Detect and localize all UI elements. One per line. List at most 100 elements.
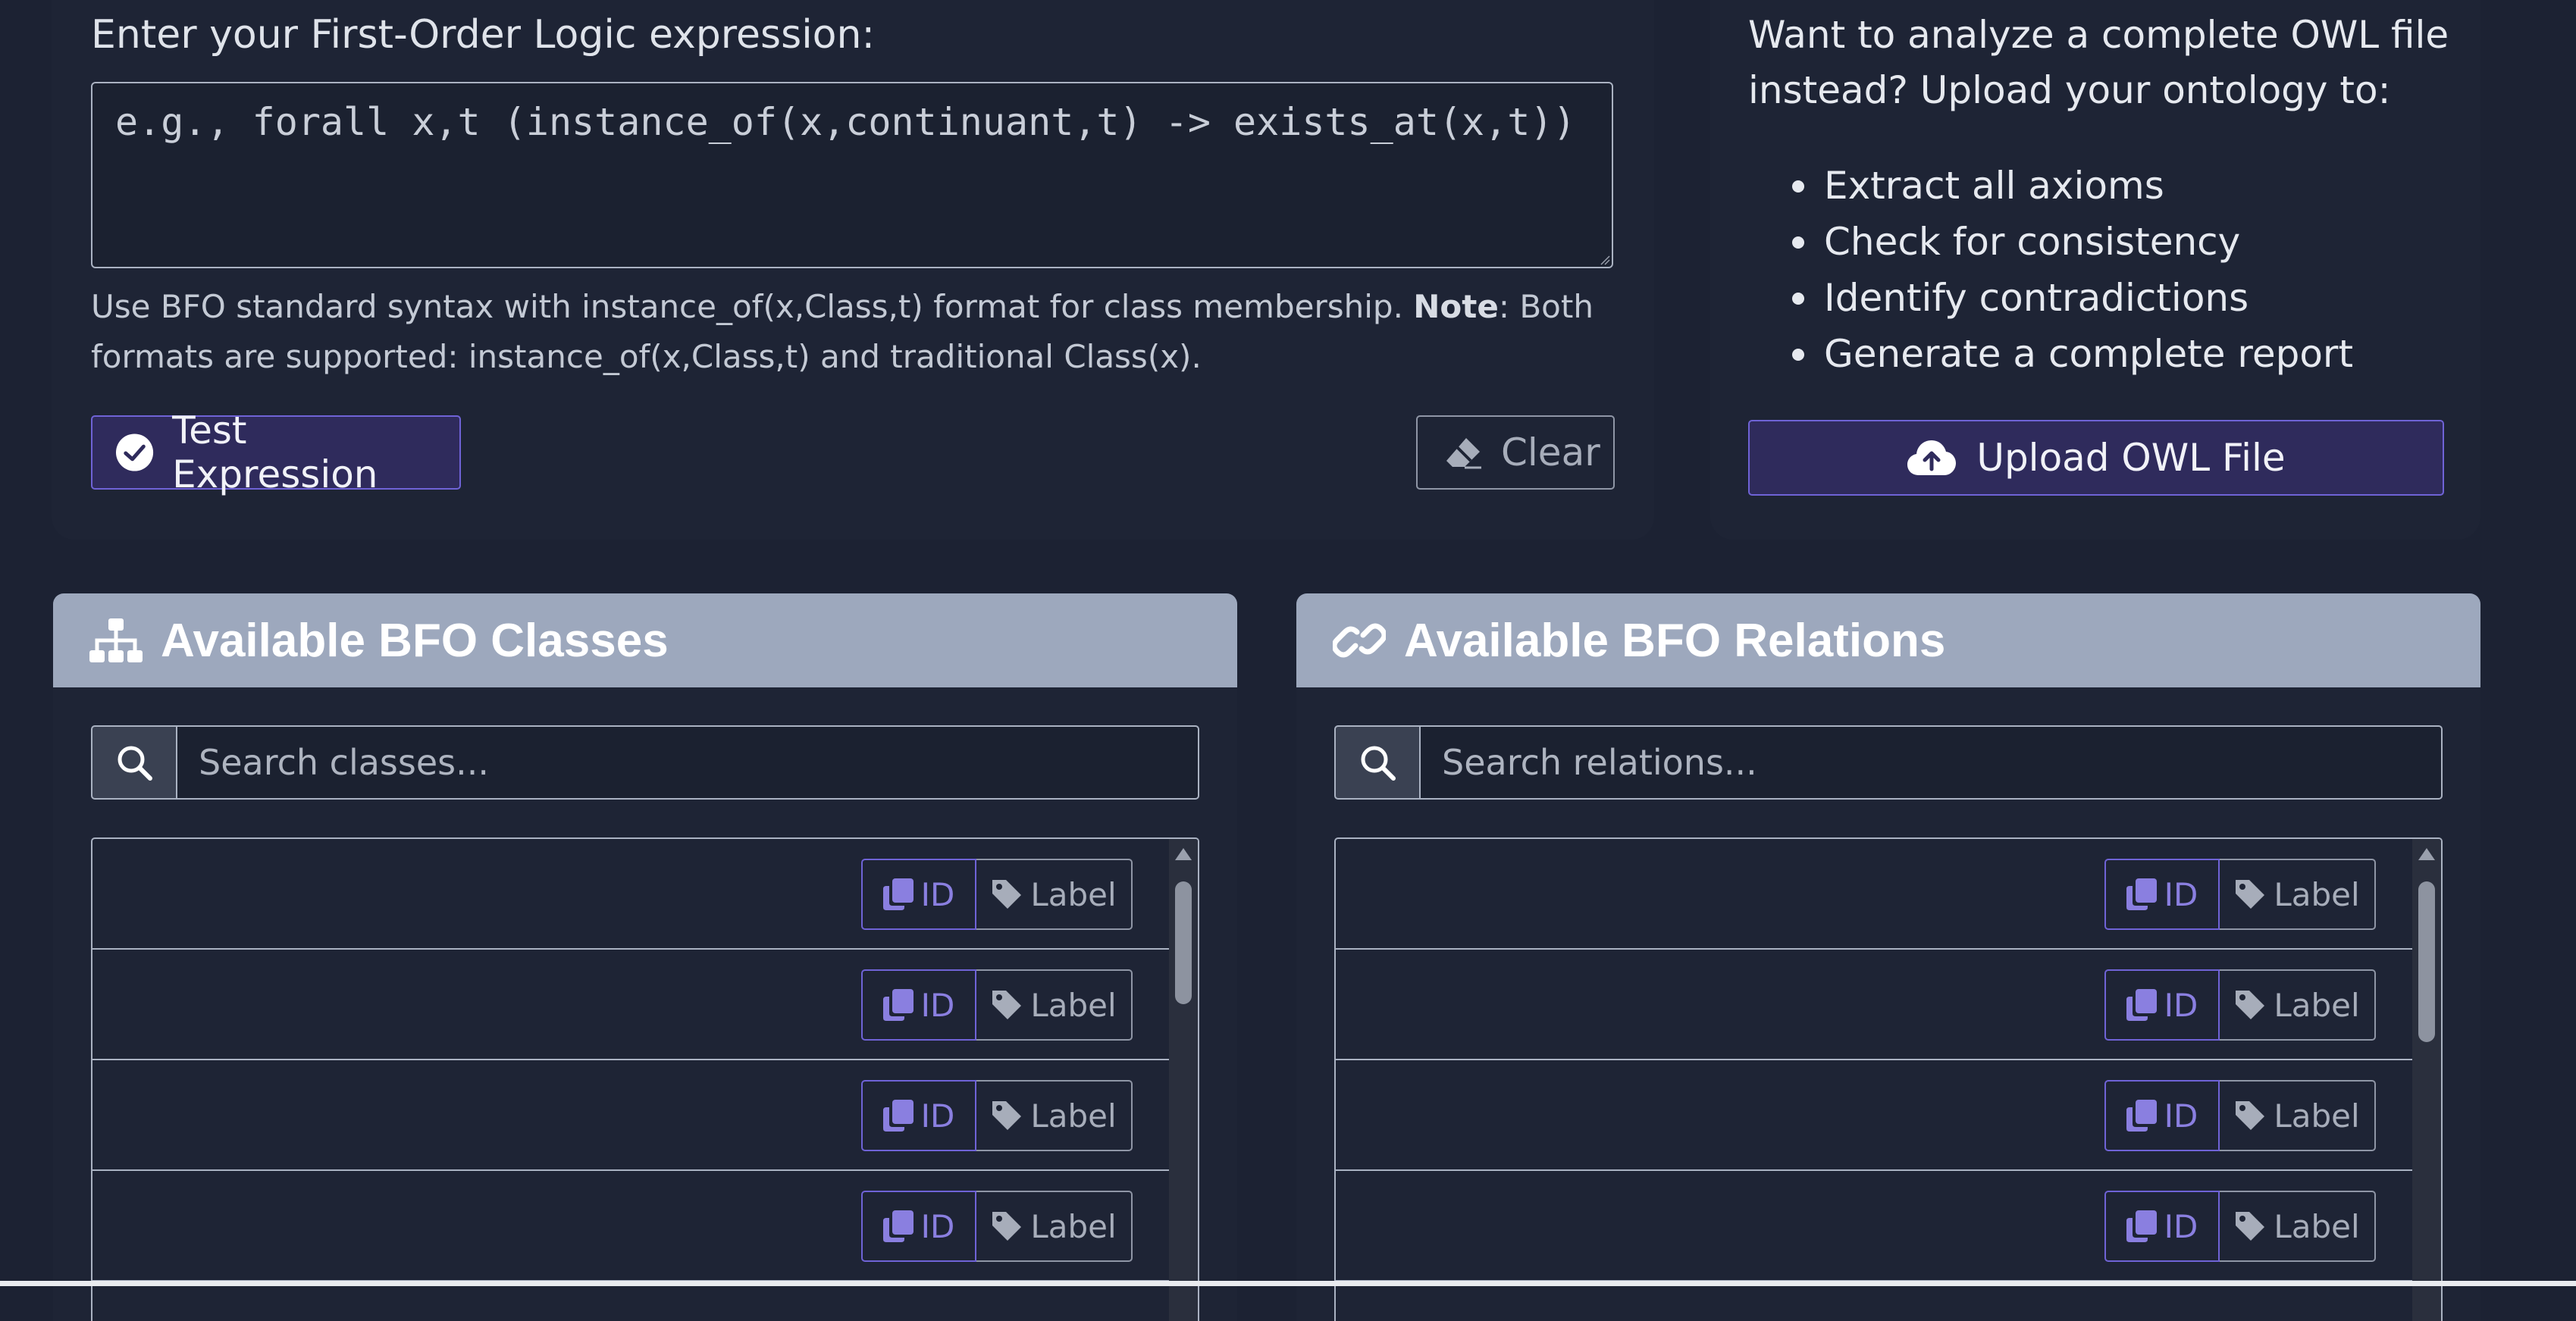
test-expression-label: Test Expression — [172, 409, 378, 496]
classes-scrollbar[interactable] — [1169, 839, 1198, 1321]
fol-input-label: Enter your First-Order Logic expression: — [91, 12, 875, 58]
copy-icon — [2126, 1210, 2157, 1242]
copy-label-button[interactable]: Label — [2220, 1080, 2376, 1151]
copy-icon — [882, 878, 914, 910]
copy-label-label: Label — [1030, 1097, 1117, 1135]
relations-search-button[interactable] — [1334, 725, 1421, 800]
copy-id-label: ID — [920, 875, 955, 913]
table-row: ID Label — [1336, 1060, 2412, 1171]
row-button-group: ID Label — [861, 969, 1133, 1041]
relations-panel-header: Available BFO Relations — [1296, 593, 2480, 687]
copy-label-label: Label — [2274, 1097, 2360, 1135]
classes-search-button[interactable] — [91, 725, 177, 800]
tag-icon — [992, 1212, 1022, 1241]
scroll-up-arrow-icon[interactable] — [1175, 848, 1192, 860]
scroll-up-arrow-icon[interactable] — [2418, 848, 2435, 860]
copy-id-button[interactable]: ID — [861, 1191, 976, 1262]
table-row: ID Label — [92, 1060, 1169, 1171]
copy-id-button[interactable]: ID — [2104, 969, 2220, 1041]
copy-id-button[interactable]: ID — [2104, 859, 2220, 930]
tag-icon — [2236, 1101, 2265, 1130]
upload-owl-button[interactable]: Upload OWL File — [1748, 420, 2444, 496]
copy-id-button[interactable]: ID — [861, 1080, 976, 1151]
copy-icon — [882, 1210, 914, 1242]
copy-id-button[interactable]: ID — [2104, 1080, 2220, 1151]
copy-label-label: Label — [1030, 875, 1117, 913]
tag-icon — [2236, 1212, 2265, 1241]
cloud-upload-icon — [1907, 440, 1957, 475]
copy-id-label: ID — [2164, 875, 2198, 913]
relations-search-group — [1334, 725, 2443, 800]
classes-panel-header: Available BFO Classes — [53, 593, 1237, 687]
scroll-thumb[interactable] — [2418, 881, 2435, 1042]
list-item: Extract all axioms — [1748, 158, 2353, 214]
table-row: ID Label — [92, 950, 1169, 1060]
classes-panel: Available BFO Classes ID Label — [53, 593, 1237, 1321]
eraser-icon — [1446, 438, 1481, 469]
table-row: ID Label — [1336, 839, 2412, 950]
table-row: ID Label — [92, 1171, 1169, 1282]
copy-label-button[interactable]: Label — [2220, 859, 2376, 930]
resize-grip-icon[interactable] — [1600, 255, 1610, 265]
relations-scrollbar[interactable] — [2412, 839, 2441, 1321]
copy-label-button[interactable]: Label — [976, 1080, 1133, 1151]
copy-label-label: Label — [1030, 986, 1117, 1024]
copy-label-button[interactable]: Label — [976, 1191, 1133, 1262]
table-row: ID Label — [1336, 950, 2412, 1060]
copy-label-button[interactable]: Label — [976, 969, 1133, 1041]
copy-id-label: ID — [2164, 1097, 2198, 1135]
row-button-group: ID Label — [861, 1080, 1133, 1151]
tag-icon — [992, 991, 1022, 1019]
copy-id-label: ID — [920, 1097, 955, 1135]
row-button-group: ID Label — [2104, 969, 2376, 1041]
check-circle-icon — [115, 434, 154, 471]
fol-expression-input[interactable] — [91, 82, 1613, 268]
copy-label-button[interactable]: Label — [976, 859, 1133, 930]
copy-icon — [2126, 989, 2157, 1021]
page-bottom-edge — [0, 1281, 2576, 1286]
tag-icon — [2236, 991, 2265, 1019]
row-button-group: ID Label — [861, 1191, 1133, 1262]
relations-list: ID Label ID Label ID Label ID Label — [1334, 837, 2443, 1321]
table-row: ID Label — [1336, 1171, 2412, 1282]
classes-list: ID Label ID Label ID Label ID Label — [91, 837, 1199, 1321]
fol-help-text: Use BFO standard syntax with instance_of… — [91, 282, 1630, 382]
clear-label: Clear — [1501, 430, 1600, 474]
upload-owl-label: Upload OWL File — [1976, 436, 2286, 480]
link-icon — [1333, 623, 1386, 658]
copy-icon — [882, 989, 914, 1021]
table-row: ID Label — [92, 839, 1169, 950]
list-item: Generate a complete report — [1748, 326, 2353, 382]
row-button-group: ID Label — [2104, 1080, 2376, 1151]
relations-panel: Available BFO Relations ID Label — [1296, 593, 2480, 1321]
copy-id-button[interactable]: ID — [2104, 1191, 2220, 1262]
copy-label-label: Label — [2274, 1207, 2360, 1245]
owl-feature-list: Extract all axioms Check for consistency… — [1748, 158, 2353, 382]
copy-label-button[interactable]: Label — [2220, 1191, 2376, 1262]
fol-help-note: Note — [1413, 288, 1499, 325]
copy-id-label: ID — [2164, 986, 2198, 1024]
fol-help-part1: Use BFO standard syntax with instance_of… — [91, 288, 1414, 325]
tag-icon — [2236, 880, 2265, 909]
row-button-group: ID Label — [2104, 859, 2376, 930]
copy-icon — [2126, 878, 2157, 910]
search-icon — [118, 746, 152, 781]
test-expression-button[interactable]: Test Expression — [91, 409, 461, 496]
copy-id-label: ID — [920, 986, 955, 1024]
copy-id-button[interactable]: ID — [861, 969, 976, 1041]
copy-id-label: ID — [2164, 1207, 2198, 1245]
relations-panel-title: Available BFO Relations — [1404, 614, 1946, 667]
classes-panel-title: Available BFO Classes — [161, 614, 669, 667]
classes-search-input[interactable] — [177, 725, 1199, 800]
list-item: Identify contradictions — [1748, 270, 2353, 326]
copy-id-button[interactable]: ID — [861, 859, 976, 930]
scroll-thumb[interactable] — [1175, 881, 1192, 1004]
copy-label-label: Label — [1030, 1207, 1117, 1245]
copy-label-button[interactable]: Label — [2220, 969, 2376, 1041]
list-item: Check for consistency — [1748, 214, 2353, 270]
classes-search-group — [91, 725, 1199, 800]
clear-button[interactable]: Clear — [1416, 415, 1615, 490]
copy-label-label: Label — [2274, 875, 2360, 913]
relations-search-input[interactable] — [1421, 725, 2443, 800]
sitemap-icon — [89, 618, 143, 662]
